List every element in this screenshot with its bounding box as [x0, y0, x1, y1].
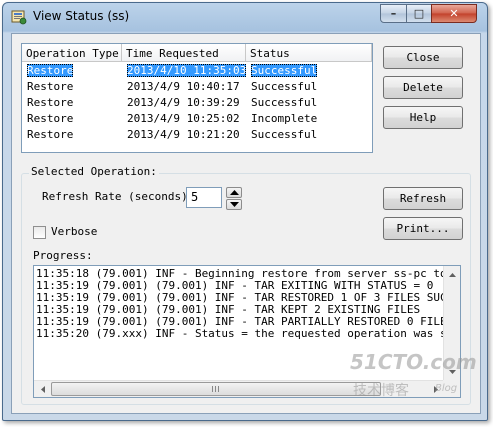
app-icon — [11, 10, 27, 25]
delete-button[interactable]: Delete — [383, 76, 463, 99]
table-row[interactable]: Restore 2013/4/9 10:25:02 Incomplete — [22, 111, 372, 127]
status-cell: Successful — [251, 96, 318, 109]
operation-type-cell: Restore — [27, 96, 74, 109]
arrow-up-icon — [449, 272, 456, 277]
print-button[interactable]: Print... — [383, 217, 463, 240]
operation-type-cell: Restore — [27, 80, 74, 93]
scroll-up-button[interactable] — [444, 266, 460, 283]
spin-up-button[interactable] — [226, 187, 242, 198]
verbose-checkbox[interactable] — [33, 226, 46, 239]
column-header-status[interactable]: Status — [246, 44, 372, 62]
maximize-icon: □ — [413, 7, 425, 20]
view-status-window: View Status (ss) – □ ✕ Operation Type Ti… — [2, 2, 488, 421]
maximize-button[interactable]: □ — [406, 4, 432, 23]
refresh-rate-input[interactable]: 5 — [186, 187, 222, 208]
status-cell: Successful — [251, 128, 318, 141]
scroll-right-button[interactable] — [427, 381, 444, 397]
operation-type-cell: Restore — [27, 128, 74, 141]
progress-label: Progress: — [33, 249, 93, 262]
help-button[interactable]: Help — [383, 106, 463, 129]
operations-list[interactable]: Operation Type Time Requested Status Res… — [21, 43, 373, 153]
time-requested-cell: 2013/4/9 10:39:29 — [127, 96, 240, 109]
operations-list-body: Restore 2013/4/10 11:35:03 Successful Re… — [22, 63, 372, 143]
column-header-operation-type[interactable]: Operation Type — [22, 44, 122, 62]
progress-log-lines: 11:35:18 (79.001) INF - Beginning restor… — [36, 268, 444, 380]
table-row[interactable]: Restore 2013/4/9 10:21:20 Successful — [22, 127, 372, 143]
spin-down-button[interactable] — [226, 199, 242, 210]
operation-type-cell: Restore — [27, 64, 74, 77]
time-requested-cell: 2013/4/9 10:25:02 — [127, 112, 240, 125]
arrow-down-icon — [449, 369, 456, 374]
minimize-icon: – — [390, 7, 397, 20]
arrow-up-icon — [230, 190, 239, 195]
operation-type-cell: Restore — [27, 112, 74, 125]
scroll-left-button[interactable] — [34, 381, 51, 397]
close-icon: ✕ — [449, 7, 459, 20]
refresh-rate-label: Refresh Rate (seconds): — [42, 190, 195, 203]
log-line: 11:35:20 (79.xxx) INF - Status = the req… — [36, 327, 444, 340]
table-row[interactable]: Restore 2013/4/9 10:40:17 Successful — [22, 79, 372, 95]
verbose-label[interactable]: Verbose — [51, 225, 97, 238]
time-requested-cell: 2013/4/9 10:40:17 — [127, 80, 240, 93]
scroll-down-button[interactable] — [444, 363, 460, 380]
horizontal-scrollbar[interactable] — [34, 380, 444, 397]
title-bar[interactable]: View Status (ss) – □ ✕ — [3, 3, 487, 31]
table-row[interactable]: Restore 2013/4/9 10:39:29 Successful — [22, 95, 372, 111]
operations-list-header: Operation Type Time Requested Status — [22, 44, 372, 62]
table-row[interactable]: Restore 2013/4/10 11:35:03 Successful — [22, 63, 372, 79]
close-window-button[interactable]: ✕ — [431, 4, 477, 23]
status-cell: Successful — [251, 64, 318, 77]
selected-operation-label: Selected Operation: — [29, 165, 159, 178]
column-header-time-requested[interactable]: Time Requested — [122, 44, 246, 62]
close-button[interactable]: Close — [383, 46, 463, 69]
scrollbar-corner — [443, 380, 460, 397]
arrow-right-icon — [433, 386, 438, 393]
time-requested-cell: 2013/4/10 11:35:03 — [127, 64, 246, 77]
status-cell: Incomplete — [251, 112, 318, 125]
minimize-button[interactable]: – — [380, 4, 407, 23]
refresh-button[interactable]: Refresh — [383, 187, 463, 210]
horizontal-scroll-thumb[interactable] — [51, 382, 381, 396]
vertical-scrollbar[interactable] — [443, 266, 460, 380]
window-title: View Status (ss) — [33, 9, 130, 23]
status-cell: Successful — [251, 80, 318, 93]
time-requested-cell: 2013/4/9 10:21:20 — [127, 128, 240, 141]
arrow-left-icon — [40, 386, 45, 393]
progress-log[interactable]: 11:35:18 (79.001) INF - Beginning restor… — [33, 265, 461, 398]
arrow-down-icon — [230, 202, 239, 207]
grip-icon — [212, 386, 219, 392]
dialog-client-area: Operation Type Time Requested Status Res… — [11, 33, 481, 414]
